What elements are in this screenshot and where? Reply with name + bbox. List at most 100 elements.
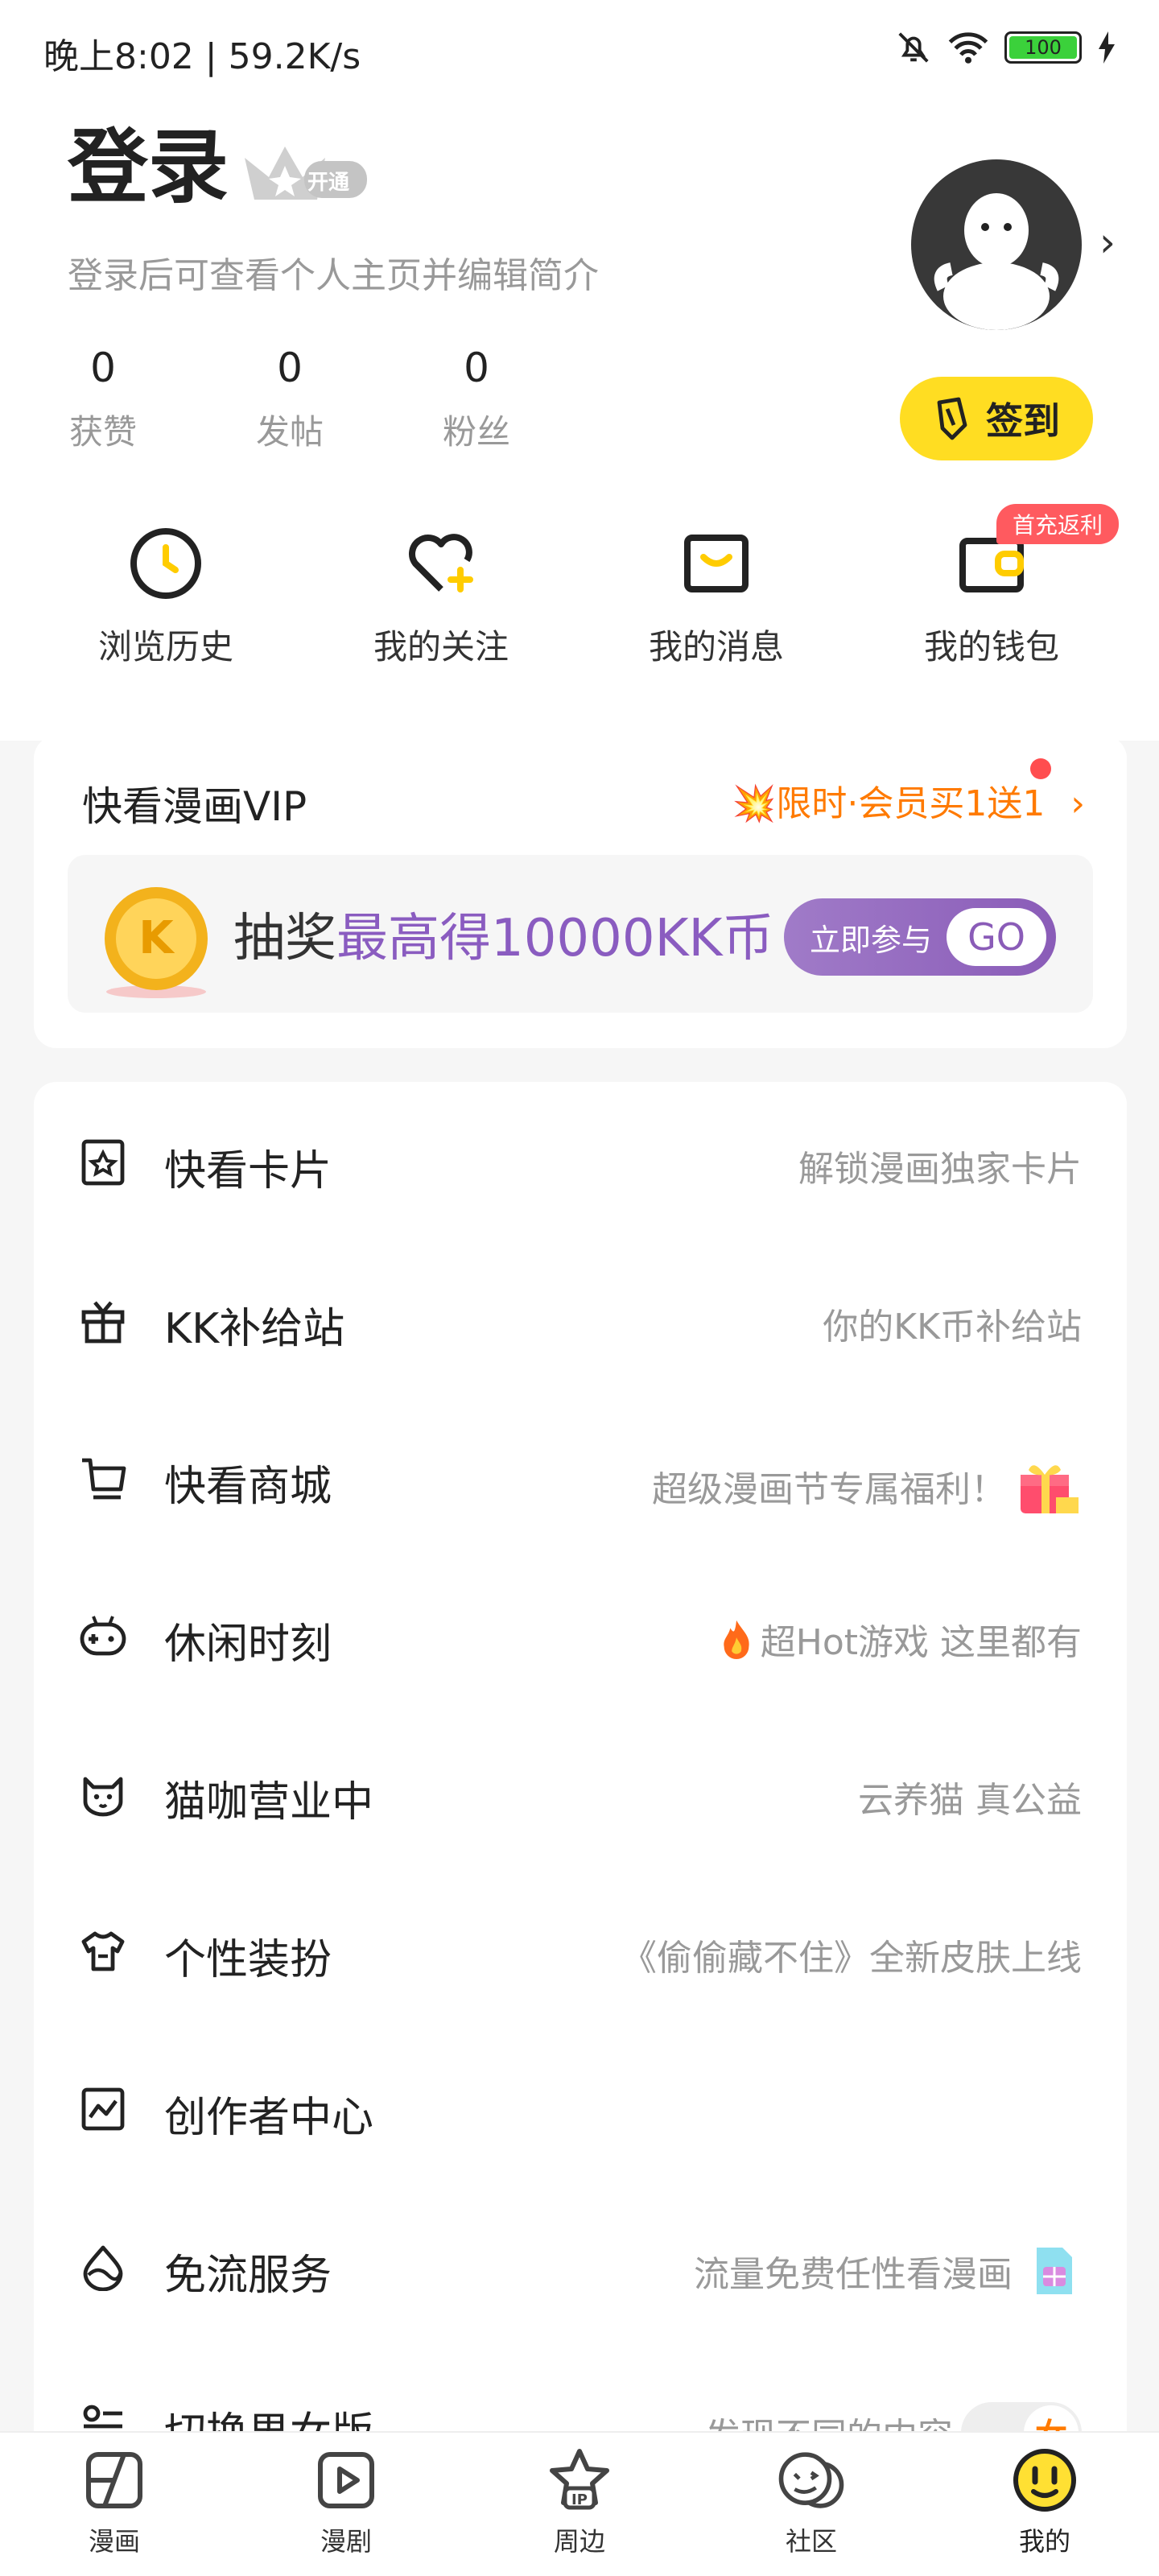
status-bar: 晚上8:02 | 59.2K/s 100 bbox=[0, 0, 1159, 105]
go-pill: GO bbox=[947, 908, 1047, 966]
play-icon bbox=[318, 2452, 374, 2508]
gift-box-icon bbox=[81, 1301, 125, 1344]
avatar[interactable] bbox=[911, 159, 1082, 330]
stat-value: 0 bbox=[464, 345, 489, 391]
stat-label: 发帖 bbox=[255, 412, 324, 452]
quick-label: 我的关注 bbox=[373, 627, 509, 667]
menu-label: 快看卡片 bbox=[164, 1147, 332, 1195]
heart-plus-icon bbox=[409, 534, 473, 592]
kk-coin-icon: K bbox=[105, 887, 208, 998]
menu-desc: 《偷偷藏不住》全新皮肤上线 bbox=[621, 1929, 1082, 1980]
menu-label: 创作者中心 bbox=[164, 2094, 374, 2142]
menu-item-cards[interactable]: 快看卡片 解锁漫画独家卡片 bbox=[34, 1082, 1127, 1240]
menu-item-free-data[interactable]: 免流服务 流量免费任性看漫画 bbox=[34, 2186, 1127, 2344]
vip-open-badge[interactable]: 开通 bbox=[237, 142, 370, 208]
gamepad-icon bbox=[80, 1616, 126, 1656]
menu-desc-text: 流量免费任性看漫画 bbox=[694, 2254, 1013, 2295]
menu-list: 快看卡片 解锁漫画独家卡片 KK补给站 你的KK币补给站 快看商城 超级漫画节专… bbox=[34, 1082, 1127, 2467]
tab-label: 周边 bbox=[553, 2526, 605, 2557]
stat-label: 粉丝 bbox=[442, 412, 510, 452]
lottery-join-button[interactable]: 立即参与 GO bbox=[784, 898, 1056, 976]
gift-icon bbox=[1021, 1465, 1079, 1513]
menu-desc-text: 《偷偷藏不住》全新皮肤上线 bbox=[621, 1938, 1082, 1979]
checkin-label: 签到 bbox=[986, 399, 1060, 443]
lottery-banner[interactable]: K 抽奖最高得10000KK币 立即参与 GO bbox=[68, 855, 1093, 1013]
menu-label: 快看商城 bbox=[164, 1463, 332, 1511]
tshirt-icon bbox=[81, 1931, 125, 1971]
menu-desc-text: 超Hot游戏 这里都有 bbox=[760, 1622, 1082, 1663]
stat-label: 获赞 bbox=[68, 412, 137, 452]
menu-desc: 你的KK币补给站 bbox=[823, 1298, 1082, 1349]
menu-desc-text: 你的KK币补给站 bbox=[823, 1307, 1082, 1348]
battery-level: 100 bbox=[1009, 36, 1077, 59]
stat-fans[interactable]: 0 粉丝 bbox=[428, 346, 525, 454]
svg-text:K: K bbox=[138, 912, 175, 964]
tab-comic[interactable]: 漫画 bbox=[34, 2444, 195, 2558]
vip-badge-label: 开通 bbox=[307, 171, 350, 195]
login-title[interactable]: 登录 bbox=[68, 127, 229, 208]
join-label: 立即参与 bbox=[810, 922, 933, 958]
promo-chevron-icon: › bbox=[1070, 783, 1085, 824]
lottery-text: 抽奖最高得10000KK币 bbox=[233, 897, 774, 971]
quick-label: 我的钱包 bbox=[923, 627, 1059, 667]
tab-label: 漫画 bbox=[88, 2526, 140, 2557]
wifi-icon bbox=[948, 32, 988, 64]
quick-label: 我的消息 bbox=[648, 627, 784, 667]
cat-icon bbox=[83, 1777, 123, 1817]
status-icons: 100 bbox=[895, 29, 1117, 66]
community-icon bbox=[778, 2452, 844, 2508]
tab-community[interactable]: 社区 bbox=[731, 2444, 892, 2558]
profile-subtitle: 登录后可查看个人主页并编辑简介 bbox=[68, 255, 599, 296]
profile-chevron-icon[interactable]: › bbox=[1099, 219, 1116, 266]
status-time: 晚上8:02 | 59.2K/s bbox=[43, 36, 361, 77]
tab-me[interactable]: 我的 bbox=[964, 2444, 1125, 2558]
charging-icon bbox=[1099, 31, 1115, 64]
vip-card: 快看漫画VIP 💥限时·会员买1送1 › K 抽奖最高得10000KK币 立即参… bbox=[34, 736, 1127, 1048]
menu-desc: 解锁漫画独家卡片 bbox=[798, 1140, 1082, 1191]
tab-label: 社区 bbox=[785, 2526, 837, 2557]
menu-label: 猫咖营业中 bbox=[164, 1778, 374, 1827]
tab-label: 我的 bbox=[1018, 2526, 1070, 2557]
vip-title[interactable]: 快看漫画VIP bbox=[82, 774, 307, 832]
pen-icon bbox=[937, 397, 967, 440]
tab-drama[interactable]: 漫剧 bbox=[266, 2444, 427, 2558]
lottery-text-highlight: 最高得10000KK币 bbox=[336, 909, 774, 968]
menu-item-skins[interactable]: 个性装扮 《偷偷藏不住》全新皮肤上线 bbox=[34, 1871, 1127, 2029]
battery-icon: 100 bbox=[1004, 31, 1082, 64]
menu-item-kk-supply[interactable]: KK补给站 你的KK币补给站 bbox=[34, 1240, 1127, 1397]
clock-icon bbox=[130, 528, 201, 599]
menu-desc-text: 云养猫 真公益 bbox=[858, 1780, 1082, 1821]
card-icon bbox=[81, 1139, 125, 1186]
chart-icon bbox=[81, 2087, 125, 2131]
menu-item-cat-cafe[interactable]: 猫咖营业中 云养猫 真公益 bbox=[34, 1713, 1127, 1871]
menu-desc: 超级漫画节专属福利！ bbox=[652, 1455, 1082, 1517]
menu-desc-text: 解锁漫画独家卡片 bbox=[798, 1149, 1082, 1190]
vip-promo-text: 💥限时·会员买1送1 bbox=[732, 783, 1046, 824]
sim-card-icon bbox=[1037, 2248, 1072, 2294]
drop-icon bbox=[83, 2245, 123, 2291]
quick-following[interactable]: 我的关注 bbox=[344, 515, 538, 669]
mute-bell-icon bbox=[898, 32, 929, 63]
stat-posts[interactable]: 0 发帖 bbox=[241, 346, 338, 454]
menu-item-games[interactable]: 休闲时刻 超Hot游戏 这里都有 bbox=[34, 1555, 1127, 1713]
quick-history[interactable]: 浏览历史 bbox=[69, 515, 262, 669]
menu-label: 免流服务 bbox=[164, 2252, 332, 2300]
fire-icon bbox=[724, 1620, 749, 1659]
comic-icon bbox=[86, 2452, 142, 2508]
wallet-promo-badge: 首充返利 bbox=[996, 504, 1119, 544]
menu-item-mall[interactable]: 快看商城 超级漫画节专属福利！ bbox=[34, 1397, 1127, 1555]
quick-messages[interactable]: 我的消息 bbox=[620, 515, 813, 669]
menu-label: 个性装扮 bbox=[164, 1936, 332, 1984]
menu-desc: 超Hot游戏 这里都有 bbox=[720, 1613, 1082, 1665]
vip-promo-link[interactable]: 💥限时·会员买1送1 › bbox=[732, 774, 1085, 826]
menu-item-creator[interactable]: 创作者中心 bbox=[34, 2029, 1127, 2186]
tab-merch[interactable]: IP 周边 bbox=[499, 2444, 660, 2558]
me-icon bbox=[1013, 2449, 1076, 2512]
stat-likes[interactable]: 0 获赞 bbox=[55, 346, 151, 454]
bottom-tab-bar: 漫画 漫剧 IP 周边 社区 我的 bbox=[0, 2431, 1159, 2576]
checkin-button[interactable]: 签到 bbox=[900, 377, 1093, 460]
mail-icon bbox=[684, 535, 749, 592]
tab-label: 漫剧 bbox=[320, 2526, 372, 2557]
menu-desc: 流量免费任性看漫画 bbox=[694, 2244, 1082, 2297]
stat-value: 0 bbox=[277, 345, 303, 391]
